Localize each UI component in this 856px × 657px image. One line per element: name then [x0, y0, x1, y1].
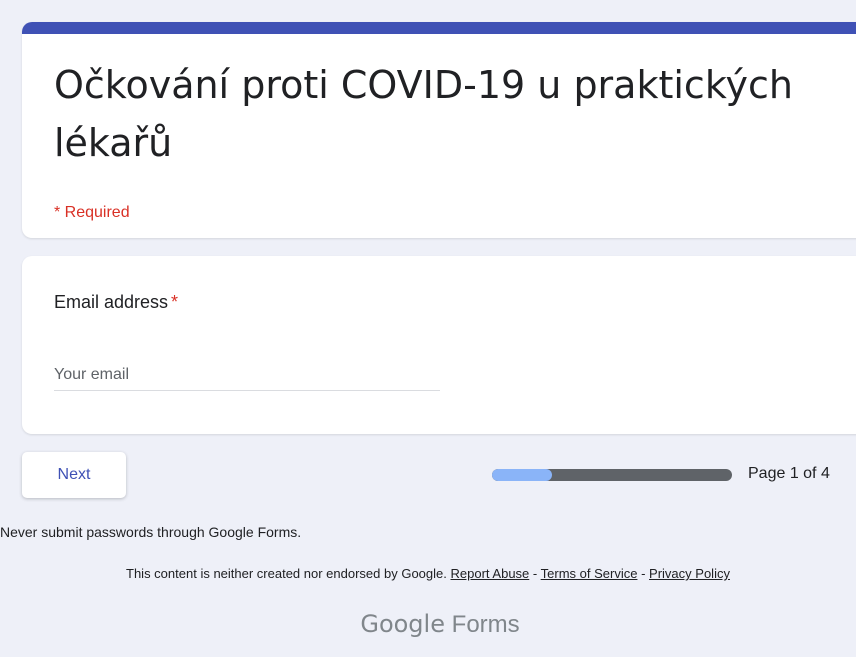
password-warning: Never submit passwords through Google Fo…	[0, 524, 302, 540]
footer-separator: -	[641, 566, 646, 581]
next-button[interactable]: Next	[22, 452, 126, 498]
progress-bar	[492, 469, 732, 481]
form-title: Očkování proti COVID-19 u praktických lé…	[54, 63, 793, 165]
privacy-policy-link[interactable]: Privacy Policy	[649, 566, 730, 581]
email-question-label: Email address	[54, 292, 169, 312]
required-note: * Required	[54, 204, 130, 221]
footer-disclaimer: This content is neither created nor endo…	[0, 566, 856, 581]
footer-separator: -	[532, 566, 538, 581]
email-input[interactable]	[54, 360, 440, 391]
brand-google-text: Google	[360, 610, 445, 638]
required-star: *	[171, 292, 179, 312]
email-question-card: Email address *	[22, 256, 856, 434]
header-accent-bar	[22, 22, 856, 34]
page-indicator: Page 1 of 4	[748, 465, 830, 482]
google-forms-logo[interactable]: Google Forms	[0, 610, 856, 639]
terms-of-service-link[interactable]: Terms of Service	[541, 566, 638, 581]
form-header-card: Očkování proti COVID-19 u praktických lé…	[22, 22, 856, 238]
disclaimer-text: This content is neither created nor endo…	[126, 566, 447, 581]
brand-forms-text: Forms	[451, 611, 520, 638]
email-question-title: Email address *	[54, 292, 178, 313]
progress-bar-fill	[492, 469, 552, 481]
report-abuse-link[interactable]: Report Abuse	[451, 566, 530, 581]
